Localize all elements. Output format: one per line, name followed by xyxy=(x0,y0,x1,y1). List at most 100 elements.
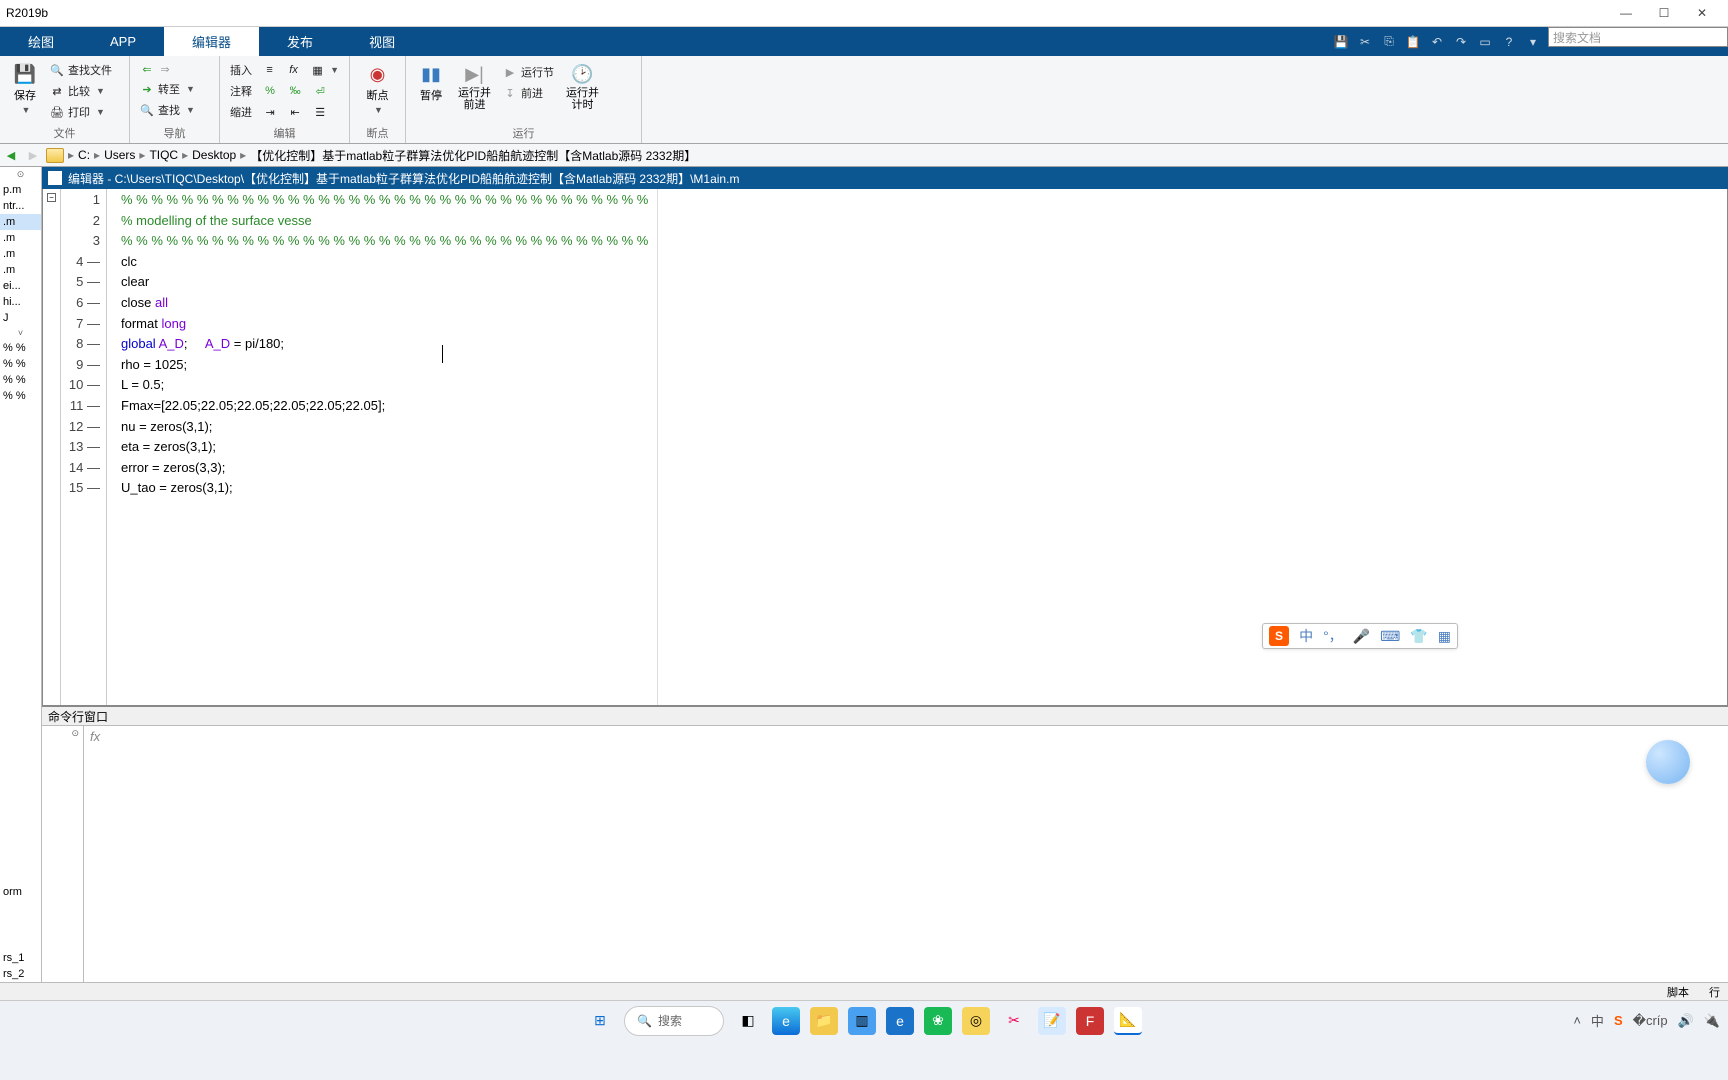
folder-icon[interactable] xyxy=(46,148,64,163)
list-item[interactable]: rs_2 xyxy=(0,966,41,982)
list-item[interactable]: ei... xyxy=(0,278,41,294)
sidebar-expand-icon[interactable]: ⊙ xyxy=(42,726,83,741)
pdf-icon[interactable]: F xyxy=(1076,1007,1104,1035)
redo-icon[interactable]: ↷ xyxy=(1452,33,1470,51)
tab-view[interactable]: 视图 xyxy=(341,27,423,56)
list-item[interactable]: hi... xyxy=(0,294,41,310)
list-item[interactable]: J xyxy=(0,310,41,326)
help-icon[interactable]: ? xyxy=(1500,33,1518,51)
indent-button[interactable]: 缩进 ⇥ ⇤ ☰ xyxy=(228,103,341,121)
code-line[interactable]: eta = zeros(3,1); xyxy=(121,439,1727,460)
close-button[interactable]: ✕ xyxy=(1692,5,1712,21)
snip-icon[interactable]: ✂ xyxy=(1000,1007,1028,1035)
code-line[interactable]: error = zeros(3,3); xyxy=(121,460,1727,481)
run-section-button[interactable]: ▶运行节 xyxy=(501,63,556,81)
paste-icon[interactable]: 📋 xyxy=(1404,33,1422,51)
code-line[interactable]: close all xyxy=(121,295,1727,316)
list-item[interactable]: p.m xyxy=(0,182,41,198)
crumb-desktop[interactable]: Desktop xyxy=(192,148,236,162)
crumb-folder[interactable]: 【优化控制】基于matlab粒子群算法优化PID船舶航迹控制【含Matlab源码… xyxy=(250,147,696,164)
comment-button[interactable]: 注释 % ‰ ⏎ xyxy=(228,82,341,100)
code-line[interactable]: Fmax=[22.05;22.05;22.05;22.05;22.05;22.0… xyxy=(121,398,1727,419)
ime-punct-icon[interactable]: °， xyxy=(1323,626,1343,646)
tab-publish[interactable]: 发布 xyxy=(259,27,341,56)
code-line[interactable]: clc xyxy=(121,254,1727,275)
layout-icon[interactable]: ▭ xyxy=(1476,33,1494,51)
code-line[interactable]: global A_D; A_D = pi/180; xyxy=(121,336,1727,357)
crumb-users[interactable]: Users xyxy=(104,148,135,162)
list-item[interactable]: .m xyxy=(0,262,41,278)
editor-body[interactable]: − 1234 —5 —6 —7 —8 —9 —10 —11 —12 —13 —1… xyxy=(42,189,1728,706)
list-item[interactable]: .m xyxy=(0,246,41,262)
goto-button[interactable]: ➔转至▼ xyxy=(138,80,211,98)
tab-apps[interactable]: APP xyxy=(82,27,164,56)
code-line[interactable]: L = 0.5; xyxy=(121,377,1727,398)
run-time-button[interactable]: 🕑 运行并 计时 xyxy=(560,59,605,115)
list-item[interactable]: rs_1 xyxy=(0,950,41,966)
pause-button[interactable]: ▮▮ 暂停 xyxy=(414,59,448,115)
command-window-body[interactable]: fx xyxy=(84,726,1728,982)
fx-prompt-icon[interactable]: fx xyxy=(90,729,100,744)
tray-battery-icon[interactable]: 🔌 xyxy=(1704,1013,1720,1029)
ime-toolbar[interactable]: S 中 °， 🎤 ⌨ 👕 ▦ xyxy=(1262,623,1458,649)
crumb-c[interactable]: C: xyxy=(78,148,90,162)
save-icon[interactable]: 💾 xyxy=(1332,33,1350,51)
edge-legacy-icon[interactable]: e xyxy=(886,1007,914,1035)
print-button[interactable]: 🖨打印▼ xyxy=(48,103,114,121)
matlab-icon[interactable]: 📐 xyxy=(1114,1007,1142,1035)
insert-button[interactable]: 插入 ≡ fx ▦▼ xyxy=(228,61,341,79)
doc-search-input[interactable]: 搜索文档 xyxy=(1548,27,1728,47)
ime-lang-button[interactable]: 中 xyxy=(1299,626,1313,646)
fold-gutter[interactable]: − xyxy=(43,189,61,705)
history-fwd-button[interactable]: ▶ xyxy=(24,146,42,164)
copy-icon[interactable]: ⎘ xyxy=(1380,33,1398,51)
code-area[interactable]: % % % % % % % % % % % % % % % % % % % % … xyxy=(107,189,1727,705)
chevron-down-icon[interactable]: ˅ xyxy=(0,326,41,340)
code-line[interactable]: % modelling of the surface vesse xyxy=(121,213,1727,234)
list-item[interactable]: orm xyxy=(0,884,41,900)
list-item[interactable]: .m xyxy=(0,214,41,230)
editor-titlebar[interactable]: 编辑器 - C:\Users\TIQC\Desktop\【优化控制】基于matl… xyxy=(42,167,1728,189)
code-line[interactable]: % % % % % % % % % % % % % % % % % % % % … xyxy=(121,192,1727,213)
tray-chevron-icon[interactable]: ˄ xyxy=(1573,1013,1581,1028)
ime-skin-icon[interactable]: 👕 xyxy=(1410,628,1427,645)
breadcrumb[interactable]: ▸ C:▸ Users▸ TIQC▸ Desktop▸ 【优化控制】基于matl… xyxy=(68,147,696,164)
ime-keyboard-icon[interactable]: ⌨ xyxy=(1380,628,1400,645)
fold-toggle-icon[interactable]: − xyxy=(47,193,56,202)
nav-arrows[interactable]: ⇐⇒ xyxy=(138,61,211,77)
explorer-icon[interactable]: 📁 xyxy=(810,1007,838,1035)
minimize-button[interactable]: — xyxy=(1616,5,1636,21)
history-back-button[interactable]: ◀ xyxy=(2,146,20,164)
browser-icon[interactable]: ◎ xyxy=(962,1007,990,1035)
app-icon[interactable]: ▥ xyxy=(848,1007,876,1035)
taskbar-search-input[interactable]: 🔍 搜索 xyxy=(624,1006,724,1036)
compare-button[interactable]: ⇄比较▼ xyxy=(48,82,114,100)
edge-icon[interactable]: e xyxy=(772,1007,800,1035)
list-item[interactable]: .m xyxy=(0,230,41,246)
save-button[interactable]: 💾 保存 ▼ xyxy=(8,59,42,121)
wechat-icon[interactable]: ❀ xyxy=(924,1007,952,1035)
crumb-tiqc[interactable]: TIQC xyxy=(149,148,178,162)
code-line[interactable]: % % % % % % % % % % % % % % % % % % % % … xyxy=(121,233,1727,254)
tray-ime-icon[interactable]: 中 xyxy=(1591,1011,1604,1030)
command-window-header[interactable]: 命令行窗口 xyxy=(42,707,1728,726)
cut-icon[interactable]: ✂ xyxy=(1356,33,1374,51)
tray-wifi-icon[interactable]: �críp xyxy=(1633,1013,1668,1029)
task-view-button[interactable]: ◧ xyxy=(734,1007,762,1035)
more-icon[interactable]: ▾ xyxy=(1524,33,1542,51)
code-line[interactable]: format long xyxy=(121,316,1727,337)
sogou-logo-icon[interactable]: S xyxy=(1269,626,1289,646)
code-line[interactable]: U_tao = zeros(3,1); xyxy=(121,480,1727,501)
find-button[interactable]: 🔍查找▼ xyxy=(138,101,211,119)
start-button[interactable]: ⊞ xyxy=(586,1007,614,1035)
maximize-button[interactable]: ☐ xyxy=(1654,5,1674,21)
tab-plots[interactable]: 绘图 xyxy=(0,27,82,56)
floating-assistant-button[interactable] xyxy=(1646,740,1690,784)
code-line[interactable]: nu = zeros(3,1); xyxy=(121,419,1727,440)
undo-icon[interactable]: ↶ xyxy=(1428,33,1446,51)
find-files-button[interactable]: 🔍查找文件 xyxy=(48,61,114,79)
sidebar-expand-icon[interactable]: ⊙ xyxy=(0,167,41,182)
list-item[interactable]: ntr... xyxy=(0,198,41,214)
tray-sogou-icon[interactable]: S xyxy=(1614,1013,1623,1028)
code-line[interactable]: clear xyxy=(121,274,1727,295)
